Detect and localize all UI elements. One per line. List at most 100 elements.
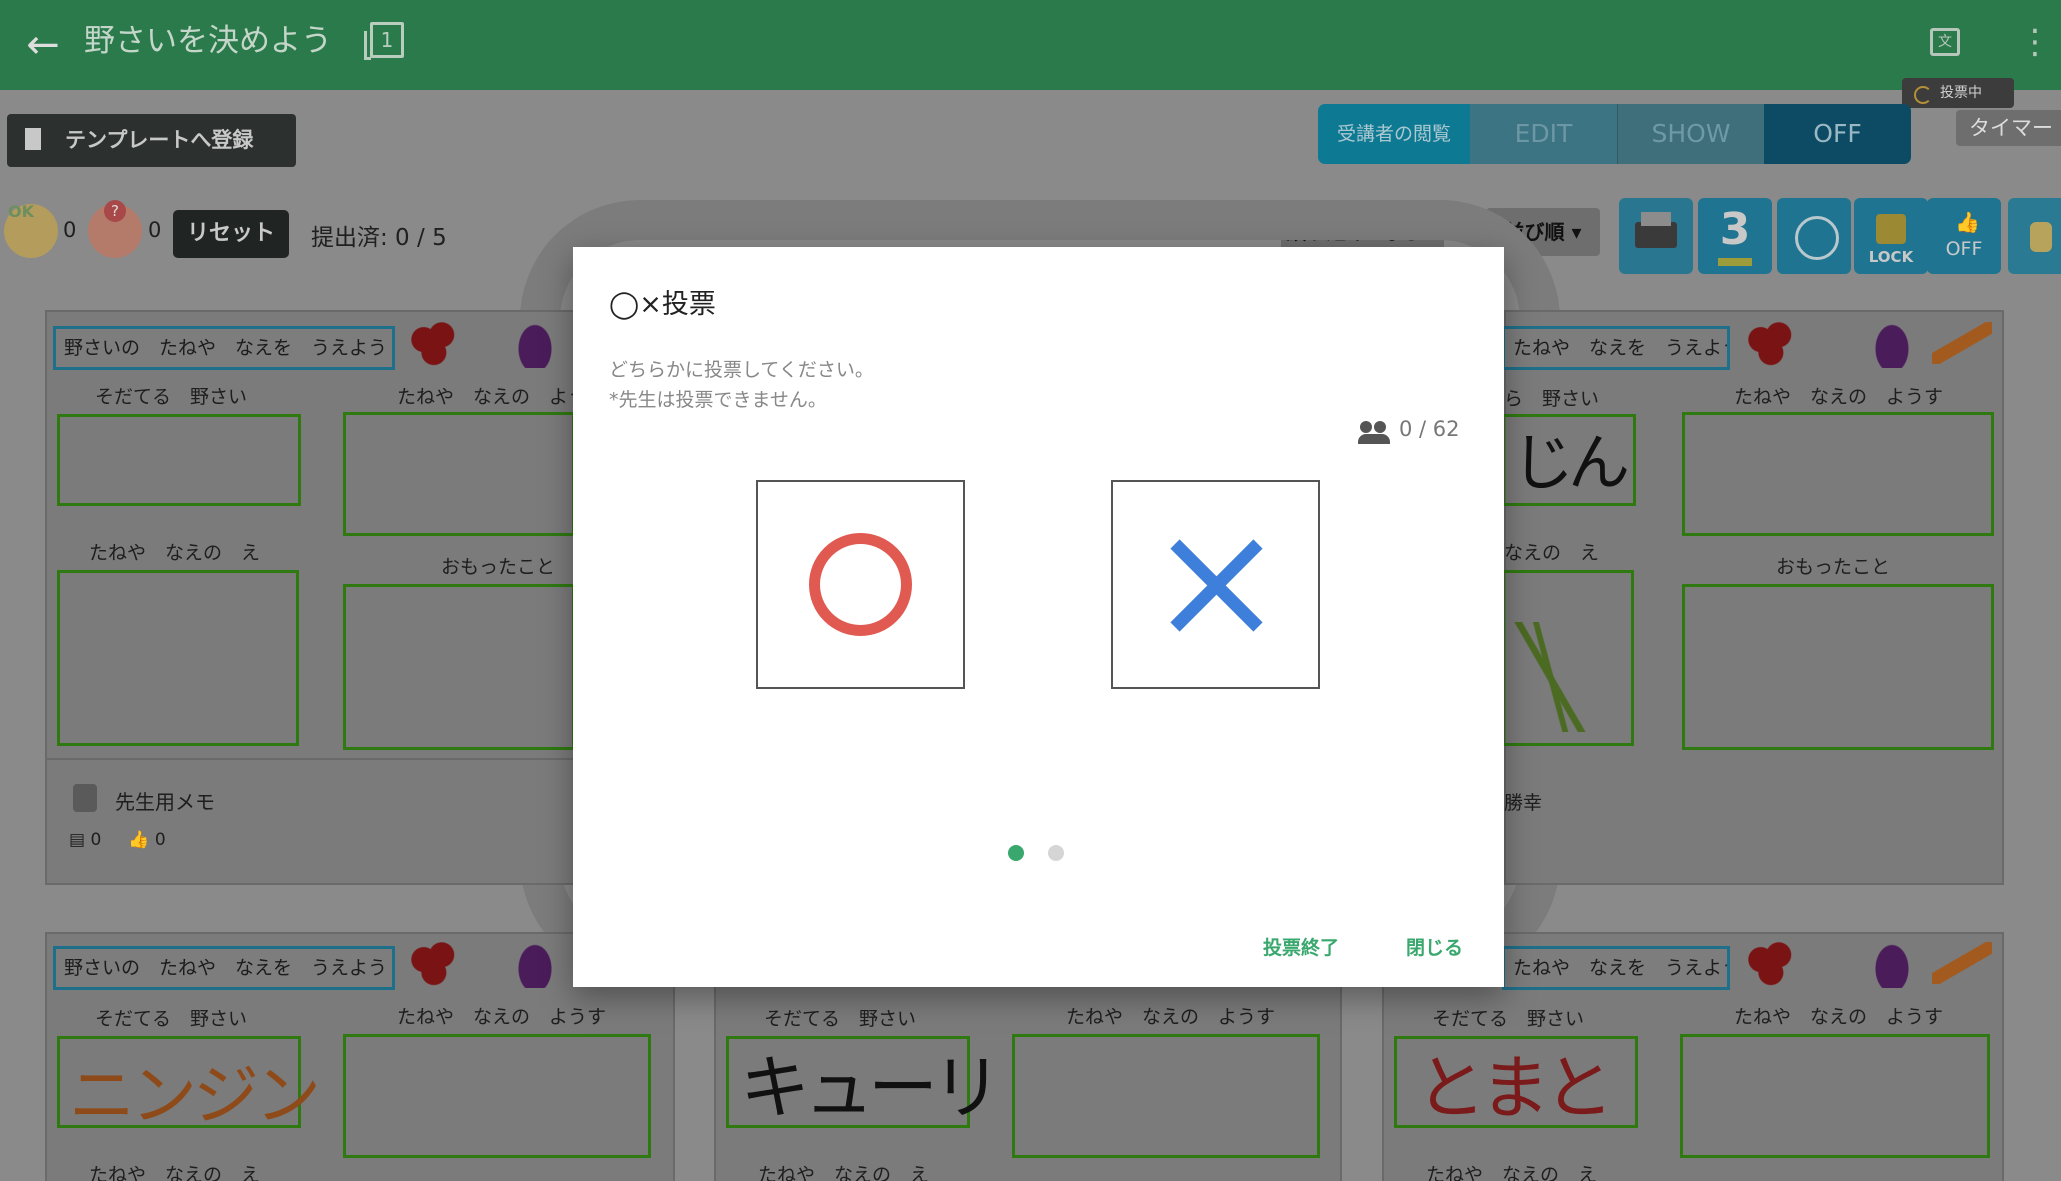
vote-dialog: ◯×投票 どちらかに投票してください。 *先生は投票できません。 0 / 62 … [573,247,1504,987]
teacher-memo-area: 先生用メモ ▤ 0 👍 0 [45,758,575,884]
like-count: 0 [154,830,166,850]
memo-icon [73,784,97,812]
dialog-instructions: どちらかに投票してください。 *先生は投票できません。 [609,355,874,415]
network-icon[interactable] [1777,198,1851,274]
question-count: 0 [148,218,162,242]
people-icon [1358,421,1390,444]
instruction-line: *先生は投票できません。 [609,389,827,411]
vote-count: 0 / 62 [1399,417,1460,441]
seed-picture-label: たねや なえの え [758,1164,930,1181]
instruction-line: どちらかに投票してください。 [609,359,874,381]
seed-picture-label: なえの え [1504,542,1600,564]
three-column-label: 3 [1719,204,1751,255]
answer-box[interactable] [343,412,575,536]
mode-show-button[interactable]: SHOW [1617,104,1764,164]
grow-label: そだてる 野さい [1432,1008,1585,1030]
ok-avatar-icon[interactable]: OK [4,202,58,258]
translate-icon[interactable]: 文 [1930,28,1960,56]
handwriting-tomato: とまと [1416,1047,1614,1129]
register-template-label: テンプレートへ登録 [65,128,254,152]
seed-label: たねや なえの よう [397,386,588,408]
question-avatar-label: ? [104,200,126,222]
handwriting-carrot: ニンジン [69,1057,321,1134]
thumbs-up-icon: 👍 [1955,210,1980,234]
reaction-row: ▤ 0 👍 0 [69,830,166,850]
copy-icon-label: 1 [380,28,394,52]
register-template-button[interactable]: テンプレートへ登録 [7,114,296,167]
close-dialog-button[interactable]: 閉じる [1406,933,1463,960]
viewer-mode-segmented-control: 受講者の閲覧 EDIT SHOW OFF [1318,104,1911,164]
copy-icon[interactable]: 1 [364,22,404,60]
ok-avatar-label: OK [8,202,34,221]
submitted-count: 提出済: 0 / 5 [311,225,447,251]
student-card[interactable]: たねや なえを うえよう ら 野さい たねや なえの ようす じん なえの え … [1502,310,2004,885]
circle-icon [809,533,912,636]
three-column-icon[interactable]: 3 [1698,198,1772,274]
memo-partial-label: 勝幸 [1504,792,1543,814]
seed-label: たねや なえの ようす [397,1006,607,1028]
worksheet-strip: たねや なえを うえよう [1502,946,1730,990]
eggplant-icon [515,940,555,988]
eggplant-icon [1872,320,1912,368]
page-dot[interactable] [1048,845,1064,861]
answer-box[interactable] [57,414,301,506]
page-dot[interactable] [1008,845,1024,861]
reset-button[interactable]: リセット [173,210,289,258]
lock-icon [1876,214,1906,244]
answer-box[interactable] [1680,1034,1990,1158]
page-title: 野さいを決めよう [84,23,332,59]
dialog-title: ◯×投票 [609,289,716,320]
tomato-icon [407,938,463,986]
viewer-mode-label: 受講者の閲覧 [1318,104,1470,164]
lock-label: LOCK [1868,248,1914,266]
vote-cross-button[interactable] [1111,480,1320,689]
comment-icon[interactable]: ▤ [69,830,85,850]
eggplant-icon [515,320,555,368]
carrot-icon [1932,322,1992,364]
carrot-icon [1932,942,1992,984]
ok-count: 0 [63,218,77,242]
print-icon[interactable] [1619,198,1693,274]
seed-picture-label: たねや なえの え [1426,1164,1598,1181]
tomato-icon [1744,318,1800,366]
answer-box[interactable] [343,1034,651,1158]
mode-edit-button[interactable]: EDIT [1470,104,1617,164]
seedling-drawing [1508,622,1598,732]
tomato-icon [407,318,463,366]
three-column-bar [1718,258,1752,266]
worksheet-strip: 野さいの たねや なえを うえよう [53,946,395,990]
answer-box[interactable] [1682,584,1994,750]
question-avatar-icon[interactable]: ? [88,200,142,258]
worksheet-strip: 野さいの たねや なえを うえよう [53,326,395,370]
lock-button[interactable]: LOCK [1854,198,1928,274]
pointer-hand-icon[interactable] [2008,198,2061,274]
vote-circle-button[interactable] [756,480,965,689]
like-off-button[interactable]: 👍 OFF [1927,198,2001,274]
answer-box[interactable] [1012,1034,1320,1158]
thought-label: おもったこと [441,556,556,578]
voting-status-badge: 投票中 [1902,78,2014,108]
page-indicator [1008,845,1064,861]
timer-button[interactable]: タイマー [1956,110,2061,146]
answer-box[interactable] [1682,412,1994,536]
grow-label: そだてる 野さい [95,1008,248,1030]
cross-icon [1170,539,1263,632]
back-arrow-icon[interactable]: ← [20,22,66,68]
comment-count: 0 [90,830,102,850]
answer-box[interactable] [343,584,575,750]
grow-label: そだてる 野さい [764,1008,917,1030]
more-menu-icon[interactable]: ⋮ [2018,22,2052,62]
thumbs-up-icon[interactable]: 👍 [128,830,149,850]
handwriting-partial: じん [1512,426,1630,499]
like-off-label: OFF [1945,238,1983,260]
seed-picture-label: たねや なえの え [89,542,261,564]
answer-box[interactable] [57,570,299,746]
handwriting-cucumber: キューリ [740,1047,1002,1129]
seed-picture-label: たねや なえの え [89,1164,261,1181]
end-vote-button[interactable]: 投票終了 [1263,933,1339,960]
app-bar: ← 野さいを決めよう 1 文 ⋮ [0,0,2061,90]
thought-label: おもったこと [1776,556,1891,578]
seed-label: たねや なえの ようす [1066,1006,1276,1028]
mode-off-button[interactable]: OFF [1764,104,1911,164]
grow-label: ら 野さい [1504,388,1600,410]
